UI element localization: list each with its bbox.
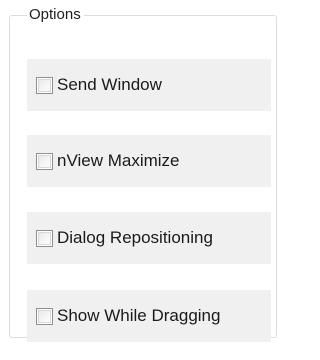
dialog-repositioning-label[interactable]: Dialog Repositioning: [57, 228, 213, 248]
options-group-title: Options: [27, 5, 84, 25]
send-window-label[interactable]: Send Window: [57, 75, 162, 95]
option-dialog-repositioning[interactable]: Dialog Repositioning: [27, 212, 271, 264]
nview-maximize-checkbox[interactable]: [36, 152, 53, 170]
show-while-dragging-label[interactable]: Show While Dragging: [57, 306, 220, 326]
nview-maximize-label[interactable]: nView Maximize: [57, 151, 180, 171]
option-show-while-dragging[interactable]: Show While Dragging: [27, 290, 271, 342]
dialog-repositioning-checkbox[interactable]: [36, 229, 53, 247]
send-window-checkbox[interactable]: [36, 76, 53, 94]
option-nview-maximize[interactable]: nView Maximize: [27, 135, 271, 187]
option-send-window[interactable]: Send Window: [27, 59, 271, 111]
show-while-dragging-checkbox[interactable]: [36, 307, 53, 325]
